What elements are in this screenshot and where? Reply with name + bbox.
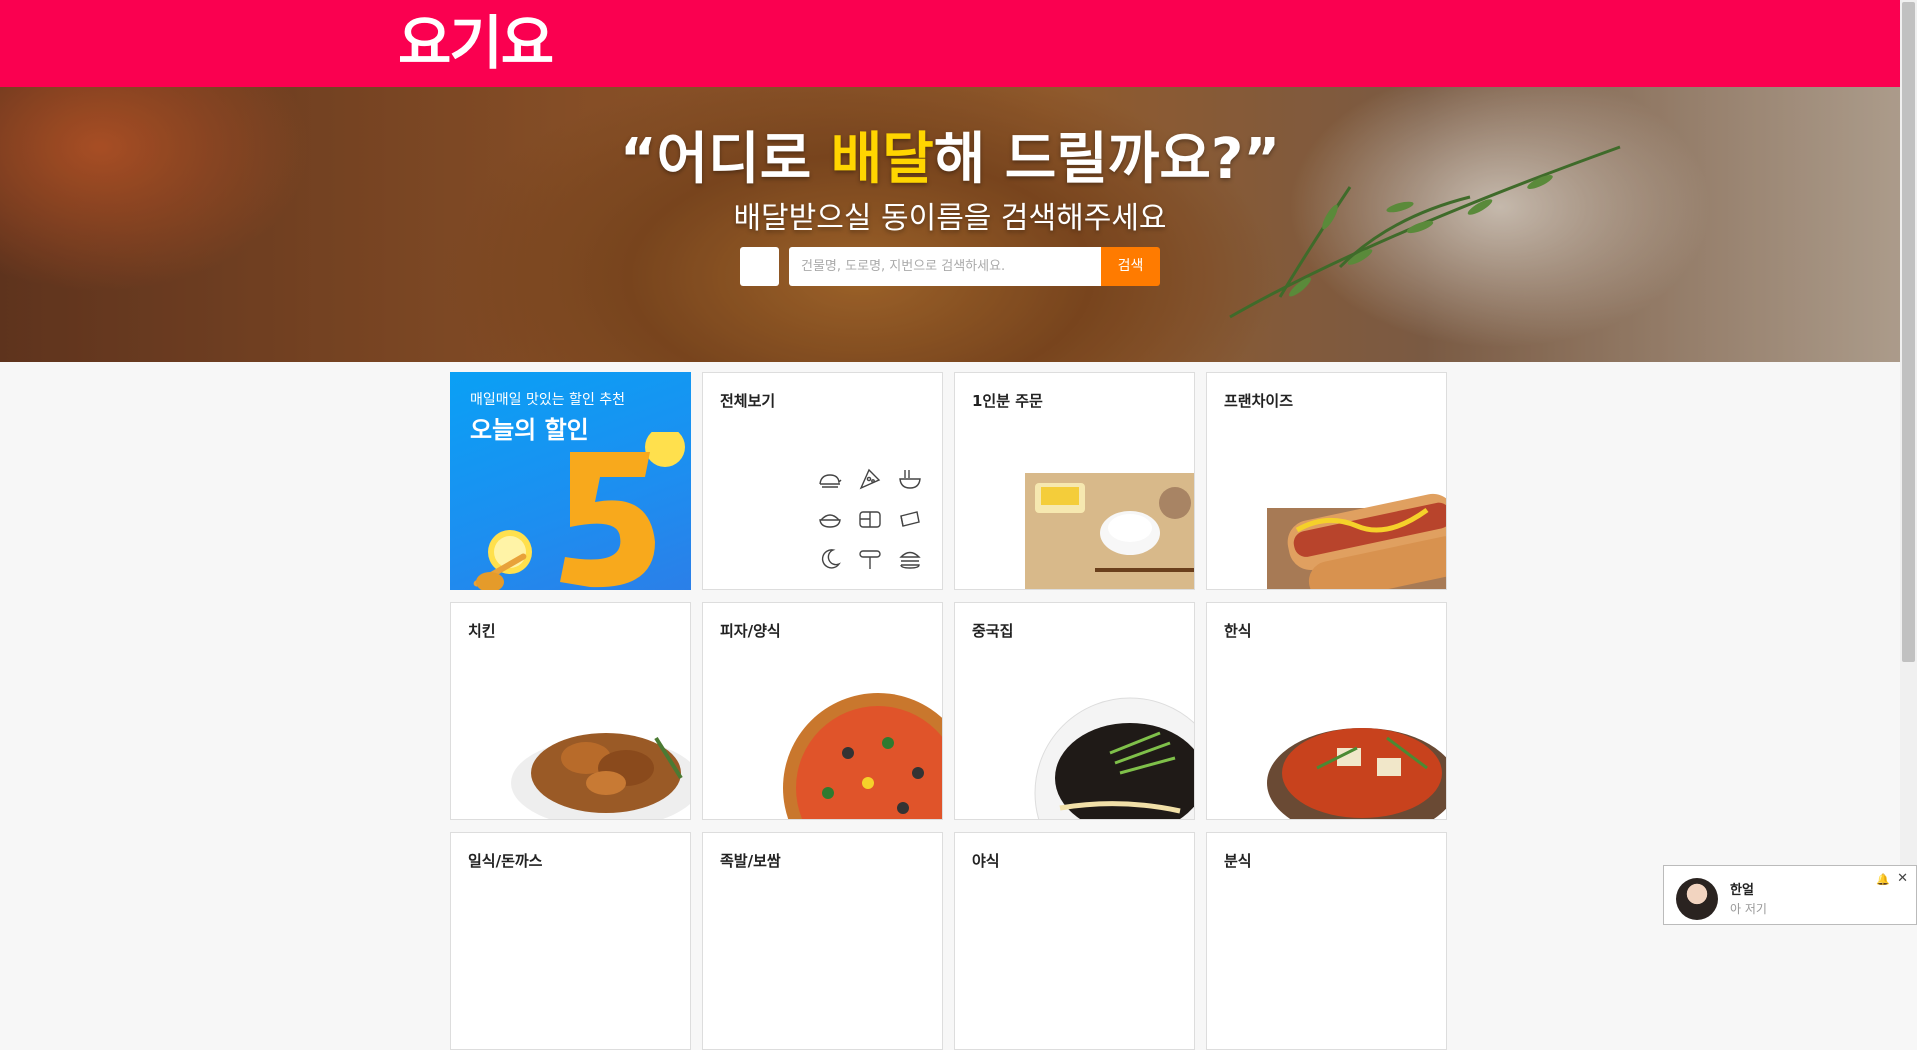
- chinese-bowl-icon: [899, 470, 921, 489]
- current-location-button[interactable]: [740, 247, 779, 286]
- category-label: 한식: [1224, 622, 1252, 640]
- category-card-chicken[interactable]: 치킨: [450, 602, 691, 820]
- address-search-input[interactable]: [789, 247, 1101, 286]
- category-label: 치킨: [468, 622, 496, 640]
- chat-sender-name: 한얼: [1730, 883, 1754, 898]
- category-card-single-order[interactable]: 1인분 주문: [954, 372, 1195, 590]
- page-scrollbar[interactable]: [1900, 0, 1917, 925]
- snack-skewer-icon: [859, 550, 881, 569]
- category-icons: [810, 459, 930, 579]
- today-discount-banner[interactable]: 매일매일 맛있는 할인 추천 오늘의 할인: [450, 372, 691, 590]
- category-label: 피자/양식: [720, 622, 781, 640]
- category-label: 프랜차이즈: [1224, 392, 1294, 410]
- burger-icon: [899, 551, 921, 569]
- hero-subtitle: 배달받으실 동이름을 검색해주세요: [733, 201, 1167, 236]
- top-bar: 요기요: [0, 0, 1900, 87]
- category-label: 전체보기: [720, 392, 776, 410]
- category-label: 일식/돈까스: [468, 852, 543, 870]
- bell-icon[interactable]: 🔔: [1876, 873, 1890, 886]
- hero-banner: “어디로 배달해 드릴까요?” 배달받으실 동이름을 검색해주세요 검색: [0, 87, 1900, 362]
- hero-title: “어디로 배달해 드릴까요?”: [619, 127, 1281, 192]
- category-card-chinese[interactable]: 중국집: [954, 602, 1195, 820]
- single-meal-image: [1025, 473, 1194, 589]
- hero-title-highlight: 배달: [830, 127, 934, 192]
- category-label: 1인분 주문: [972, 392, 1043, 410]
- category-card-snack[interactable]: 분식: [1206, 832, 1447, 1050]
- category-card-japanese[interactable]: 일식/돈까스: [450, 832, 691, 1050]
- category-card-franchise[interactable]: 프랜차이즈: [1206, 372, 1447, 590]
- promo-line-1: 매일매일 맛있는 할인 추천: [470, 392, 626, 408]
- category-card-korean[interactable]: 한식: [1206, 602, 1447, 820]
- pizza-icon: [859, 468, 881, 490]
- jajangmyeon-image: [1034, 697, 1194, 819]
- night-food-icon: [821, 549, 841, 569]
- category-label: 족발/보쌈: [720, 852, 781, 870]
- lunchbox-icon: [859, 511, 881, 528]
- yogiyo-logo[interactable]: 요기요: [398, 8, 554, 78]
- close-icon[interactable]: ✕: [1897, 871, 1908, 886]
- chat-message-preview: 아 저기: [1730, 902, 1767, 916]
- lemon-honey-5-illustration: [473, 432, 685, 590]
- category-card-pizza[interactable]: 피자/양식: [702, 602, 943, 820]
- avatar: [1676, 878, 1718, 920]
- category-label: 분식: [1224, 852, 1252, 870]
- sushi-icon: [900, 511, 920, 527]
- chat-notification[interactable]: 한얼 아 저기 🔔 ✕: [1663, 865, 1917, 925]
- category-label: 중국집: [972, 622, 1014, 640]
- pizza-image: [783, 693, 942, 819]
- category-card-late-night[interactable]: 야식: [954, 832, 1195, 1050]
- kimchi-stew-image: [1267, 728, 1446, 819]
- search-button[interactable]: 검색: [1101, 247, 1160, 286]
- scrollbar-thumb[interactable]: [1902, 2, 1915, 662]
- category-card-jokbal[interactable]: 족발/보쌈: [702, 832, 943, 1050]
- korean-rice-icon: [819, 514, 841, 528]
- category-card-all[interactable]: 전체보기: [702, 372, 943, 590]
- chicken-image: [511, 733, 690, 819]
- chicken-icon: [819, 474, 842, 488]
- hotdog-image: [1267, 493, 1446, 589]
- category-label: 야식: [972, 852, 1000, 870]
